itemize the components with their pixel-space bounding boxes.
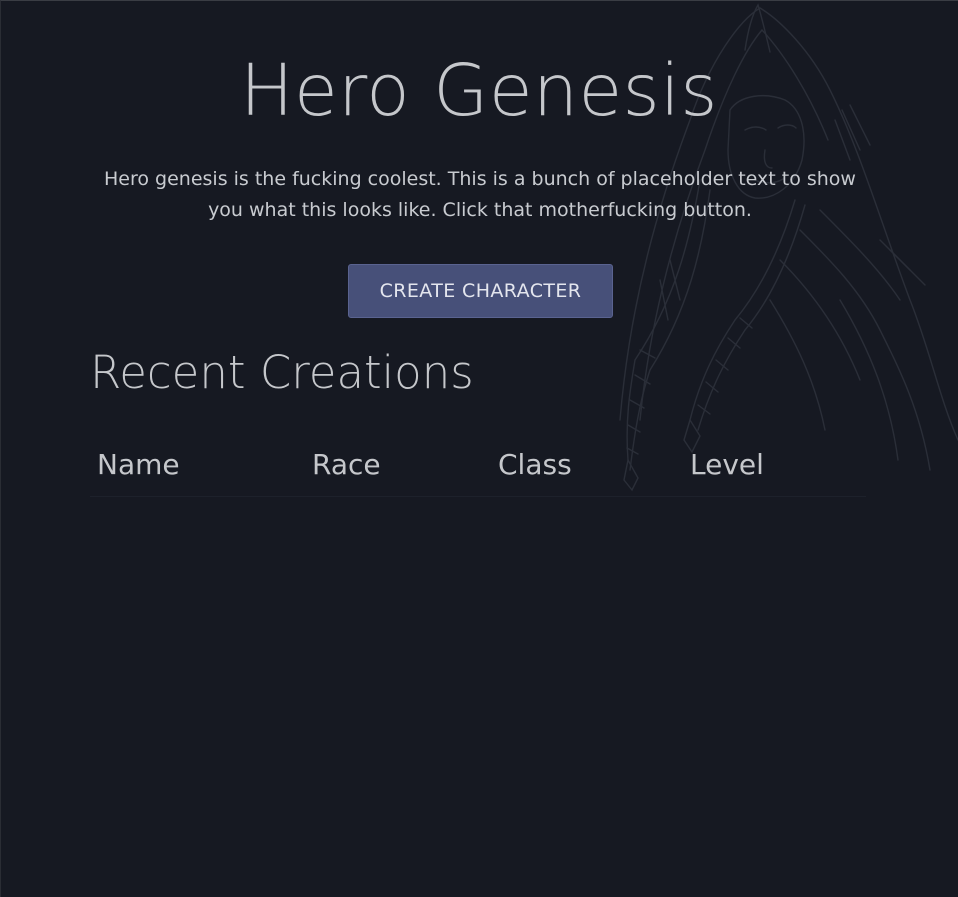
column-header-level[interactable]: Level	[690, 448, 764, 481]
recent-creations-title: Recent Creations	[90, 346, 474, 399]
page-title: Hero Genesis	[240, 49, 718, 132]
table-header-row: Name Race Class Level	[90, 440, 866, 497]
column-header-class[interactable]: Class	[498, 448, 572, 481]
column-header-race[interactable]: Race	[312, 448, 381, 481]
column-header-name[interactable]: Name	[97, 448, 180, 481]
intro-text: Hero genesis is the fucking coolest. Thi…	[104, 168, 856, 221]
create-character-button[interactable]: CREATE CHARACTER	[348, 264, 613, 318]
recent-creations-table: Name Race Class Level	[90, 440, 866, 497]
